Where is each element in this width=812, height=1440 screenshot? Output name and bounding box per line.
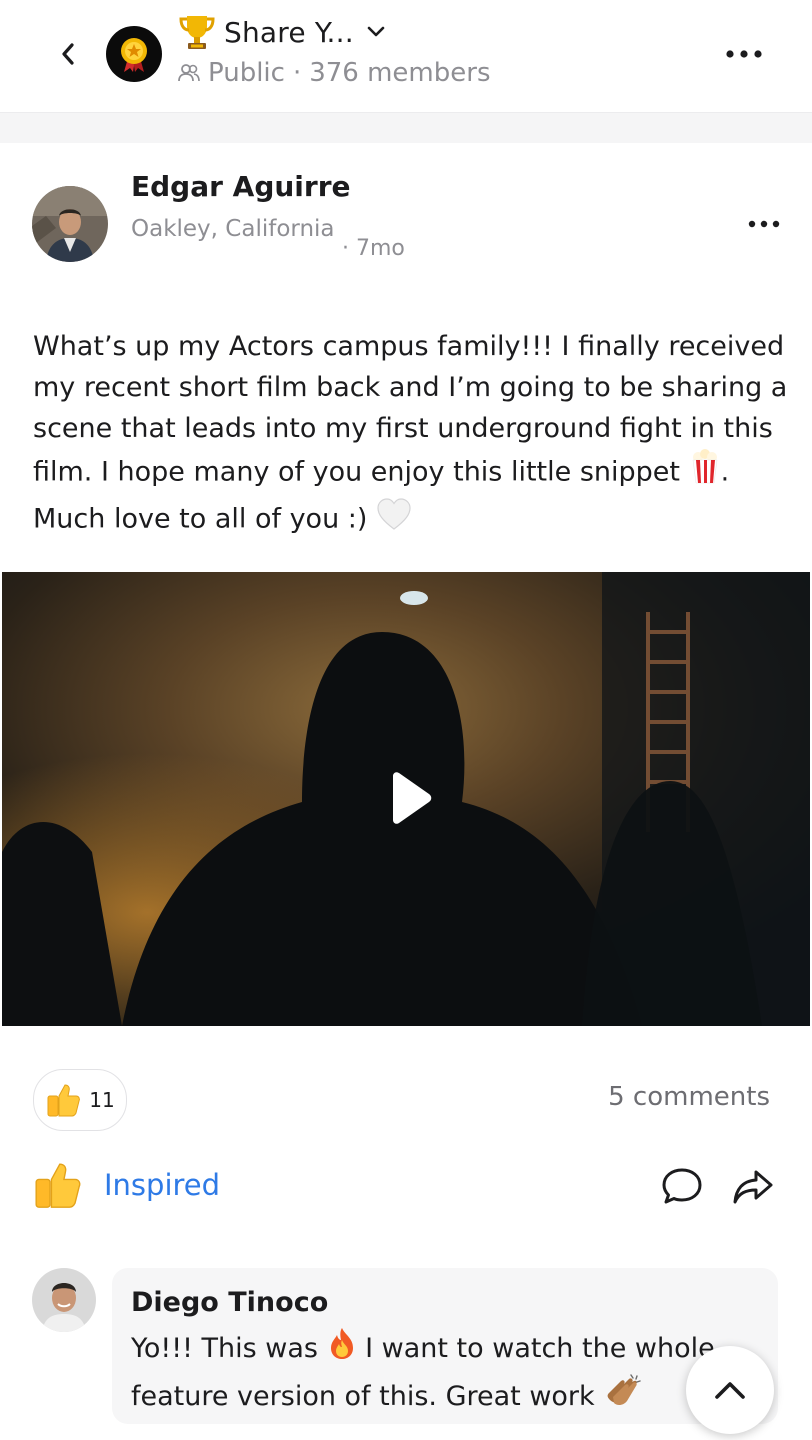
comment-text-part1: Yo!!! This was — [131, 1333, 327, 1364]
members-icon — [178, 64, 200, 82]
reaction-label: Inspired — [104, 1168, 221, 1202]
reaction-count: 11 — [89, 1088, 115, 1112]
author-name[interactable]: Edgar Aguirre — [131, 170, 351, 203]
author-avatar[interactable] — [32, 186, 108, 262]
reaction-summary[interactable]: 11 — [33, 1069, 127, 1131]
back-button[interactable] — [50, 36, 86, 72]
more-horizontal-icon — [748, 220, 780, 228]
post-timestamp: · 7mo — [342, 236, 405, 261]
group-more-button[interactable] — [720, 40, 768, 68]
author-location: Oakley, California — [131, 216, 335, 242]
group-title-row[interactable]: Share Y... — [178, 10, 386, 54]
comment-text: Yo!!! This was I want to watch the whole… — [131, 1326, 731, 1422]
play-button[interactable] — [377, 768, 437, 828]
popcorn-icon — [689, 449, 721, 497]
post-text-period: . — [720, 456, 730, 488]
white-heart-icon — [376, 497, 412, 543]
comments-count[interactable]: 5 comments — [608, 1082, 770, 1112]
group-meta: Public · 376 members — [178, 58, 491, 88]
clapping-hands-icon — [603, 1373, 643, 1422]
share-button[interactable] — [730, 1166, 776, 1208]
play-icon — [393, 772, 432, 824]
members-count[interactable]: 376 members — [309, 58, 490, 88]
trophy-icon — [179, 16, 215, 49]
chevron-left-icon — [62, 43, 74, 65]
post-text-main: What’s up my Actors campus family!!! I f… — [33, 331, 788, 488]
group-avatar[interactable] — [106, 26, 162, 82]
more-horizontal-icon — [726, 50, 762, 58]
section-divider — [0, 112, 812, 144]
post-text-line-end: Much love to all of you :) — [33, 503, 376, 535]
thumbs-up-icon — [47, 1084, 81, 1117]
thumbs-up-icon — [35, 1163, 81, 1208]
reaction-button[interactable]: Inspired — [32, 1160, 220, 1210]
award-badge-icon — [121, 38, 147, 72]
visibility-label: Public — [208, 58, 285, 88]
fire-icon — [327, 1326, 357, 1373]
chevron-up-icon — [715, 1382, 745, 1399]
share-icon — [733, 1170, 773, 1204]
meta-separator: · — [292, 58, 302, 88]
commenter-name[interactable]: Diego Tinoco — [131, 1287, 328, 1318]
top-bar: Share Y... Public · 376 members — [0, 0, 812, 112]
commenter-avatar[interactable] — [32, 1268, 96, 1332]
scroll-to-top-button[interactable] — [686, 1346, 774, 1434]
post-more-button[interactable] — [744, 210, 784, 238]
comment-button[interactable] — [660, 1166, 704, 1208]
comment-icon — [662, 1168, 702, 1204]
chevron-down-icon[interactable] — [366, 25, 386, 39]
group-title: Share Y... — [224, 15, 354, 49]
post-body: What’s up my Actors campus family!!! I f… — [33, 326, 793, 543]
